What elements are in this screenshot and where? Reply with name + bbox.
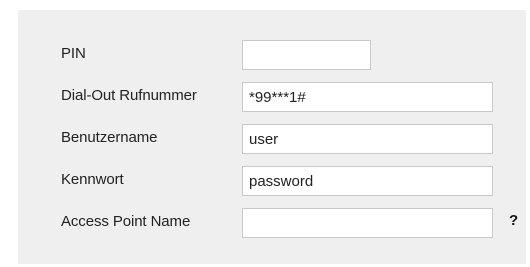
username-label: Benutzername — [61, 129, 158, 146]
username-row: Benutzername — [18, 124, 526, 156]
password-row: Kennwort — [18, 166, 526, 198]
pin-row: PIN — [18, 40, 526, 72]
apn-row: Access Point Name ? — [18, 208, 526, 240]
dialout-input[interactable] — [242, 82, 493, 112]
pin-input[interactable] — [242, 40, 371, 70]
username-input[interactable] — [242, 124, 493, 154]
password-label: Kennwort — [61, 171, 124, 188]
settings-panel: PIN Dial-Out Rufnummer Benutzername Kenn… — [18, 10, 526, 264]
password-input[interactable] — [242, 166, 493, 196]
help-icon[interactable]: ? — [509, 212, 518, 229]
dialout-row: Dial-Out Rufnummer — [18, 82, 526, 114]
apn-input[interactable] — [242, 208, 493, 238]
dialout-label: Dial-Out Rufnummer — [61, 87, 197, 104]
apn-label: Access Point Name — [61, 213, 191, 230]
pin-label: PIN — [61, 45, 86, 62]
